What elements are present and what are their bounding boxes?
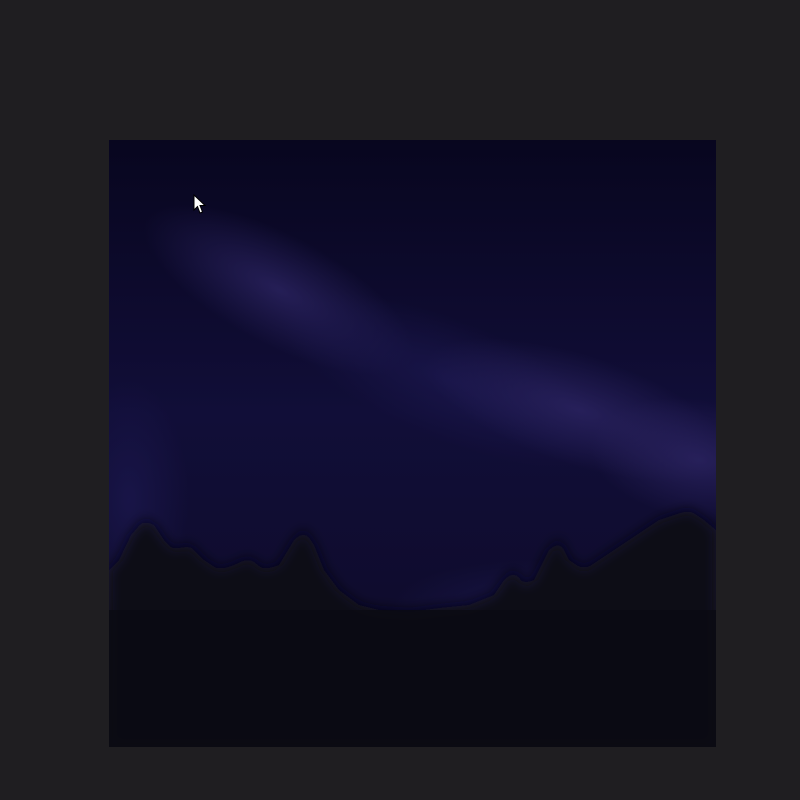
night-sky-photo[interactable] xyxy=(109,140,716,747)
image-viewer xyxy=(0,0,800,800)
ground xyxy=(109,610,716,747)
night-sky-image xyxy=(109,140,716,747)
